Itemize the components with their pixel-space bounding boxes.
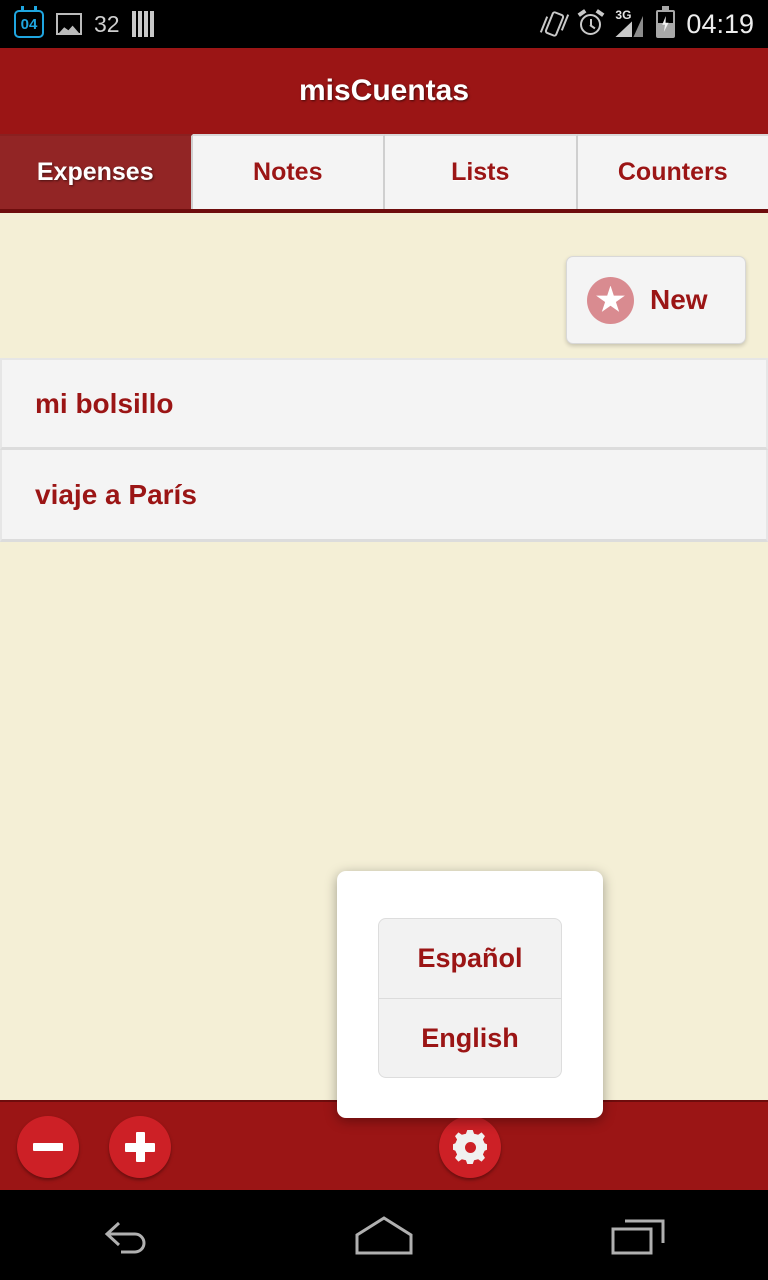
dialog-overlay: Español English bbox=[0, 0, 768, 1280]
language-option-english[interactable]: English bbox=[379, 998, 561, 1077]
home-icon bbox=[349, 1213, 419, 1257]
nav-recents-button[interactable] bbox=[585, 1205, 695, 1265]
language-dialog: Español English bbox=[337, 871, 603, 1118]
phone-screen: 04 32 3G 04:19 misCuentas Expenses Notes… bbox=[0, 0, 768, 1280]
language-option-espanol[interactable]: Español bbox=[379, 919, 561, 998]
language-option-label: Español bbox=[417, 943, 523, 973]
android-navigation-bar bbox=[0, 1190, 768, 1280]
back-icon bbox=[101, 1213, 155, 1257]
language-option-list: Español English bbox=[378, 918, 562, 1078]
nav-back-button[interactable] bbox=[73, 1205, 183, 1265]
recent-apps-icon bbox=[609, 1213, 671, 1257]
language-option-label: English bbox=[421, 1022, 519, 1053]
nav-home-button[interactable] bbox=[329, 1205, 439, 1265]
